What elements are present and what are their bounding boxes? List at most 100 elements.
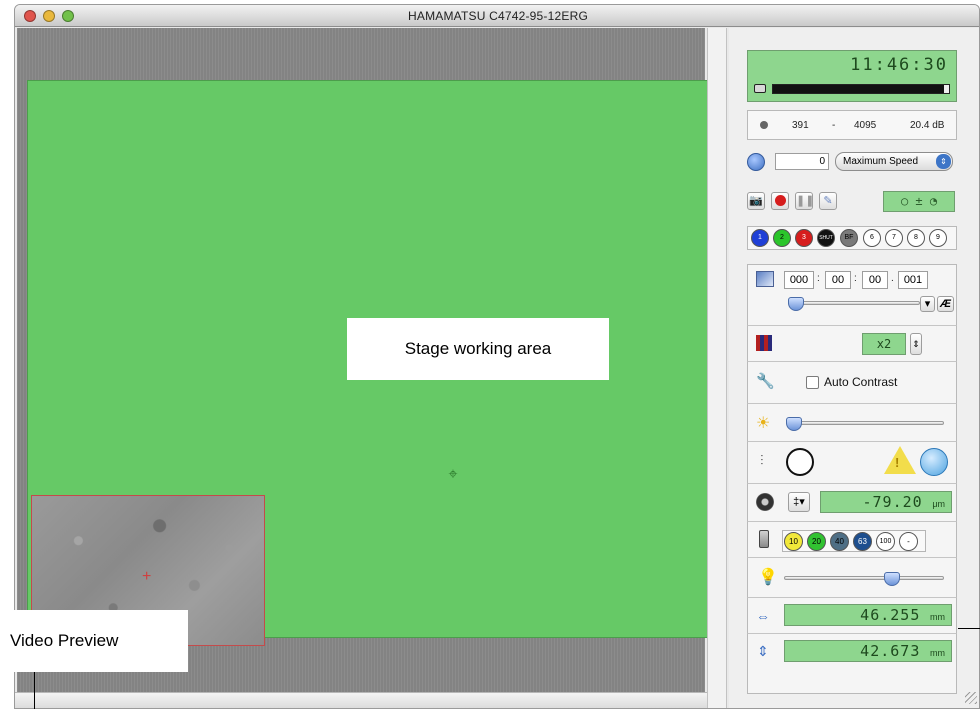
time-seconds[interactable]: 00 (862, 271, 888, 289)
channel-3[interactable]: 3 (795, 229, 813, 247)
clock-display: 11:46:30 (747, 50, 957, 102)
record-button[interactable] (771, 192, 789, 210)
objective-40x[interactable]: 40 (830, 532, 849, 551)
stage-y-display: 42.673 mm (784, 640, 952, 662)
horizontal-scrollbar[interactable] (15, 692, 709, 708)
light-bulb-icon: 💡 (758, 569, 778, 586)
level-dot-icon (760, 121, 768, 129)
tool-button[interactable]: ✎ (819, 192, 837, 210)
binning-section: x2 ⇕ (747, 326, 957, 362)
stage-x-value: 46.255 (860, 606, 921, 624)
focus-unit: μm (932, 499, 945, 509)
stage-y-value: 42.673 (860, 642, 921, 660)
light-slider[interactable] (784, 576, 944, 580)
panel-divider[interactable] (707, 28, 727, 708)
speed-row: Maximum Speed ⇕ (747, 152, 957, 172)
clock-value: 11:46:30 (850, 55, 948, 75)
brightness-slider[interactable] (786, 421, 944, 425)
levels-panel: 391 - 4095 20.4 dB (747, 110, 957, 140)
resize-grip-icon[interactable] (965, 692, 977, 704)
auto-contrast-label: Auto Contrast (824, 375, 898, 389)
snapshot-button[interactable]: 📷 (747, 192, 765, 210)
stage-x-icon: ⇔ (756, 608, 770, 624)
objective-10x[interactable]: 10 (784, 532, 803, 551)
time-milliseconds[interactable]: 001 (898, 271, 928, 289)
channel-7[interactable]: 7 (885, 229, 903, 247)
contrast-section: 🔧 Auto Contrast (747, 362, 957, 404)
objective-100x[interactable]: 100 (876, 532, 895, 551)
brightness-slider-thumb[interactable] (786, 417, 802, 431)
channel-1[interactable]: 1 (751, 229, 769, 247)
status-circle (786, 448, 814, 476)
time-hours[interactable]: 000 (784, 271, 814, 289)
auto-exposure-button[interactable]: Æ (937, 296, 954, 312)
video-preview-label: Video Preview (0, 610, 188, 672)
objective-selector: 10 20 40 63 100 - (782, 530, 926, 552)
stage-y-section: ⇕ 42.673 mm (747, 634, 957, 694)
pause-button[interactable]: ❚❚ (795, 192, 814, 210)
record-progress-bar (772, 84, 950, 94)
light-section: 💡 (747, 558, 957, 598)
stage-working-area-label: Stage working area (347, 318, 609, 380)
auto-contrast-checkbox[interactable] (806, 376, 819, 389)
control-panel: 11:46:30 391 - 4095 20.4 dB Maximum Spee… (729, 28, 979, 708)
channel-bf[interactable]: BF (840, 229, 858, 247)
level-min: 391 (792, 120, 809, 131)
title-bar: HAMAMATSU C4742-95-12ERG (15, 5, 979, 27)
timelapse-slider[interactable] (788, 301, 920, 305)
lamp-icon: ⫶ (760, 452, 764, 468)
window-title: HAMAMATSU C4742-95-12ERG (408, 9, 588, 23)
focus-value: -79.20 (862, 493, 923, 511)
sun-icon: ☀ (756, 415, 771, 432)
channel-2[interactable]: 2 (773, 229, 791, 247)
preview-crosshair-icon: + (142, 568, 152, 585)
focus-knob-icon (756, 493, 774, 511)
record-icon (774, 195, 786, 206)
speed-select-label: Maximum Speed (843, 156, 919, 167)
level-max: 4095 (854, 120, 877, 131)
gain-value: 20.4 dB (910, 120, 945, 131)
objective-icon (759, 530, 769, 548)
speed-select[interactable]: Maximum Speed ⇕ (835, 152, 953, 171)
channel-shutter[interactable]: SHUT (817, 229, 835, 247)
stage-x-display: 46.255 mm (784, 604, 952, 626)
channel-6[interactable]: 6 (863, 229, 881, 247)
focus-display: -79.20 μm (820, 491, 952, 513)
focus-step-button[interactable]: ‡▾ (788, 492, 810, 512)
objective-section: 10 20 40 63 100 - (747, 522, 957, 558)
crosshair-icon: ⌖ (448, 466, 458, 483)
speed-icon (747, 153, 765, 171)
timelapse-dropdown-button[interactable]: ▾ (920, 296, 935, 312)
stage-y-icon: ⇕ (757, 643, 769, 659)
binning-display: x2 (862, 333, 906, 355)
channel-selector: 1 2 3 SHUT BF 6 7 8 9 (747, 226, 957, 250)
objective-63x[interactable]: 63 (853, 532, 872, 551)
brightness-section: ☀ (747, 404, 957, 442)
stage-x-unit: mm (930, 612, 945, 622)
level-dash: - (832, 120, 836, 131)
timelapse-section: 000 : 00 : 00 . 001 ▾ Æ (747, 264, 957, 326)
timelapse-icon (756, 271, 774, 287)
video-preview-leader-line (34, 672, 35, 709)
channel-9[interactable]: 9 (929, 229, 947, 247)
timelapse-slider-thumb[interactable] (788, 297, 804, 311)
focus-section: ‡▾ -79.20 μm (747, 484, 957, 522)
objective-20x[interactable]: 20 (807, 532, 826, 551)
select-arrows-icon: ⇕ (936, 154, 951, 169)
stage-y-unit: mm (930, 648, 945, 658)
lamp-status-section: ⫶ ! (747, 442, 957, 484)
speed-input[interactable] (775, 153, 829, 170)
magic-wand-icon: 🔧 (756, 373, 775, 390)
warning-mark-icon: ! (895, 455, 900, 470)
time-minutes[interactable]: 00 (825, 271, 851, 289)
binning-stepper[interactable]: ⇕ (910, 333, 922, 355)
objective-none[interactable]: - (899, 532, 918, 551)
acquisition-toolbar: 📷 ❚❚ ✎ ○ ± ◔ (747, 190, 957, 212)
disk-icon (754, 84, 766, 93)
channel-8[interactable]: 8 (907, 229, 925, 247)
binning-icon (756, 335, 772, 351)
light-slider-thumb[interactable] (884, 572, 900, 586)
focus-motor-display: ○ ± ◔ (883, 191, 955, 212)
stage-x-section: ⇔ 46.255 mm (747, 598, 957, 634)
safety-icon[interactable] (920, 448, 948, 476)
